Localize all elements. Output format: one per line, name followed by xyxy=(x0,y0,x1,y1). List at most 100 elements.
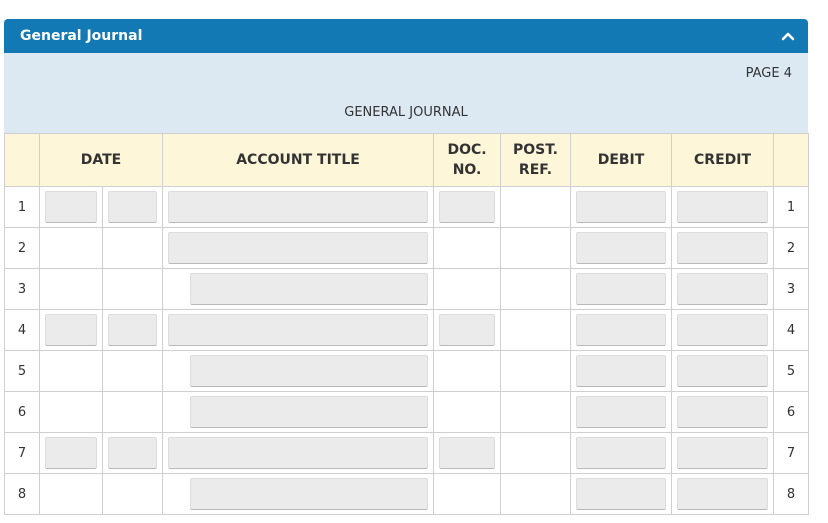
debit-cell[interactable] xyxy=(570,391,673,433)
date-month-cell[interactable] xyxy=(39,186,103,228)
date-header: DATE xyxy=(38,133,164,187)
post-ref-cell xyxy=(500,391,572,433)
account-title-cell[interactable] xyxy=(162,391,435,433)
account-title-cell[interactable] xyxy=(162,350,435,392)
chevron-up-icon[interactable] xyxy=(780,28,796,44)
post-ref-cell xyxy=(500,227,572,269)
debit-cell[interactable] xyxy=(570,309,673,351)
account-title-cell[interactable] xyxy=(162,432,435,474)
doc-no-cell[interactable] xyxy=(433,309,502,351)
account-title-cell[interactable] xyxy=(162,186,435,228)
debit-cell[interactable] xyxy=(570,432,673,474)
date-day-cell[interactable] xyxy=(101,309,164,351)
debit-cell-input[interactable] xyxy=(576,437,667,469)
credit-cell[interactable] xyxy=(671,473,775,515)
doc-no-cell[interactable] xyxy=(433,432,502,474)
account-title-cell[interactable] xyxy=(162,309,435,351)
doc-no-header-line2: NO. xyxy=(452,162,482,178)
date-month-cell-input[interactable] xyxy=(45,191,97,223)
credit-cell-input[interactable] xyxy=(677,355,769,387)
debit-cell-input[interactable] xyxy=(576,396,667,428)
post-ref-cell xyxy=(500,186,572,228)
row-number-right-header xyxy=(773,133,810,187)
debit-cell-input[interactable] xyxy=(576,355,667,387)
date-month-cell-input[interactable] xyxy=(45,314,97,346)
post-ref-cell xyxy=(500,309,572,351)
date-day-cell xyxy=(101,227,164,269)
doc-no-cell-input[interactable] xyxy=(439,437,496,469)
credit-cell[interactable] xyxy=(671,227,775,269)
debit-cell[interactable] xyxy=(570,186,673,228)
post-ref-header-line2: REF. xyxy=(518,162,553,178)
doc-no-cell-input[interactable] xyxy=(439,191,496,223)
debit-cell-input[interactable] xyxy=(576,314,667,346)
page-label: PAGE 4 xyxy=(745,66,792,81)
credit-cell-input[interactable] xyxy=(677,396,769,428)
credit-cell-input[interactable] xyxy=(677,191,769,223)
debit-cell[interactable] xyxy=(570,350,673,392)
debit-cell-input[interactable] xyxy=(576,191,667,223)
row-number: 4 xyxy=(4,309,40,351)
date-day-cell[interactable] xyxy=(101,432,164,474)
credit-cell[interactable] xyxy=(671,268,775,310)
credit-cell-input[interactable] xyxy=(677,314,769,346)
row-number: 8 xyxy=(4,473,40,515)
credit-cell[interactable] xyxy=(671,432,775,474)
general-journal-panel: General Journal PAGE 4 GENERAL JOURNAL D… xyxy=(4,19,810,516)
credit-cell[interactable] xyxy=(671,309,775,351)
row-number-right: 2 xyxy=(773,227,810,269)
date-month-cell-input[interactable] xyxy=(45,437,97,469)
account-title-cell[interactable] xyxy=(162,473,435,515)
credit-cell[interactable] xyxy=(671,186,775,228)
account-title-cell-input[interactable] xyxy=(190,355,429,387)
row-number-right: 5 xyxy=(773,350,810,392)
date-day-cell xyxy=(101,473,164,515)
date-month-cell[interactable] xyxy=(39,432,103,474)
doc-no-cell xyxy=(433,473,502,515)
debit-cell[interactable] xyxy=(570,268,673,310)
date-day-cell xyxy=(101,391,164,433)
date-day-cell-input[interactable] xyxy=(108,314,158,346)
doc-no-cell xyxy=(433,227,502,269)
account-title-cell[interactable] xyxy=(162,227,435,269)
journal-row: 22 xyxy=(4,227,810,269)
journal-row: 33 xyxy=(4,268,810,310)
credit-cell-input[interactable] xyxy=(677,437,769,469)
date-month-cell[interactable] xyxy=(39,309,103,351)
panel-header[interactable]: General Journal xyxy=(4,19,808,53)
account-title-cell-input[interactable] xyxy=(190,273,429,305)
doc-no-cell[interactable] xyxy=(433,186,502,228)
credit-cell-input[interactable] xyxy=(677,232,769,264)
date-month-cell xyxy=(39,350,103,392)
doc-no-cell xyxy=(433,391,502,433)
date-day-cell xyxy=(101,350,164,392)
journal-row: 66 xyxy=(4,391,810,433)
row-number: 1 xyxy=(4,186,40,228)
debit-cell-input[interactable] xyxy=(576,232,667,264)
row-number: 5 xyxy=(4,350,40,392)
account-title-cell-input[interactable] xyxy=(168,191,429,223)
debit-cell-input[interactable] xyxy=(576,273,667,305)
row-number-right: 8 xyxy=(773,473,810,515)
credit-cell[interactable] xyxy=(671,391,775,433)
account-title-cell-input[interactable] xyxy=(190,478,429,510)
debit-cell[interactable] xyxy=(570,473,673,515)
account-title-cell-input[interactable] xyxy=(168,437,429,469)
debit-cell-input[interactable] xyxy=(576,478,667,510)
date-day-cell xyxy=(101,268,164,310)
credit-cell-input[interactable] xyxy=(677,273,769,305)
date-day-cell-input[interactable] xyxy=(108,191,158,223)
debit-header: DEBIT xyxy=(570,133,673,187)
doc-no-header: DOC. NO. xyxy=(433,133,502,187)
doc-no-cell-input[interactable] xyxy=(439,314,496,346)
credit-cell-input[interactable] xyxy=(677,478,769,510)
debit-cell[interactable] xyxy=(570,227,673,269)
credit-cell[interactable] xyxy=(671,350,775,392)
account-title-cell[interactable] xyxy=(162,268,435,310)
date-day-cell[interactable] xyxy=(101,186,164,228)
account-title-cell-input[interactable] xyxy=(168,314,429,346)
row-number-right: 3 xyxy=(773,268,810,310)
date-day-cell-input[interactable] xyxy=(108,437,158,469)
account-title-cell-input[interactable] xyxy=(168,232,429,264)
account-title-cell-input[interactable] xyxy=(190,396,429,428)
